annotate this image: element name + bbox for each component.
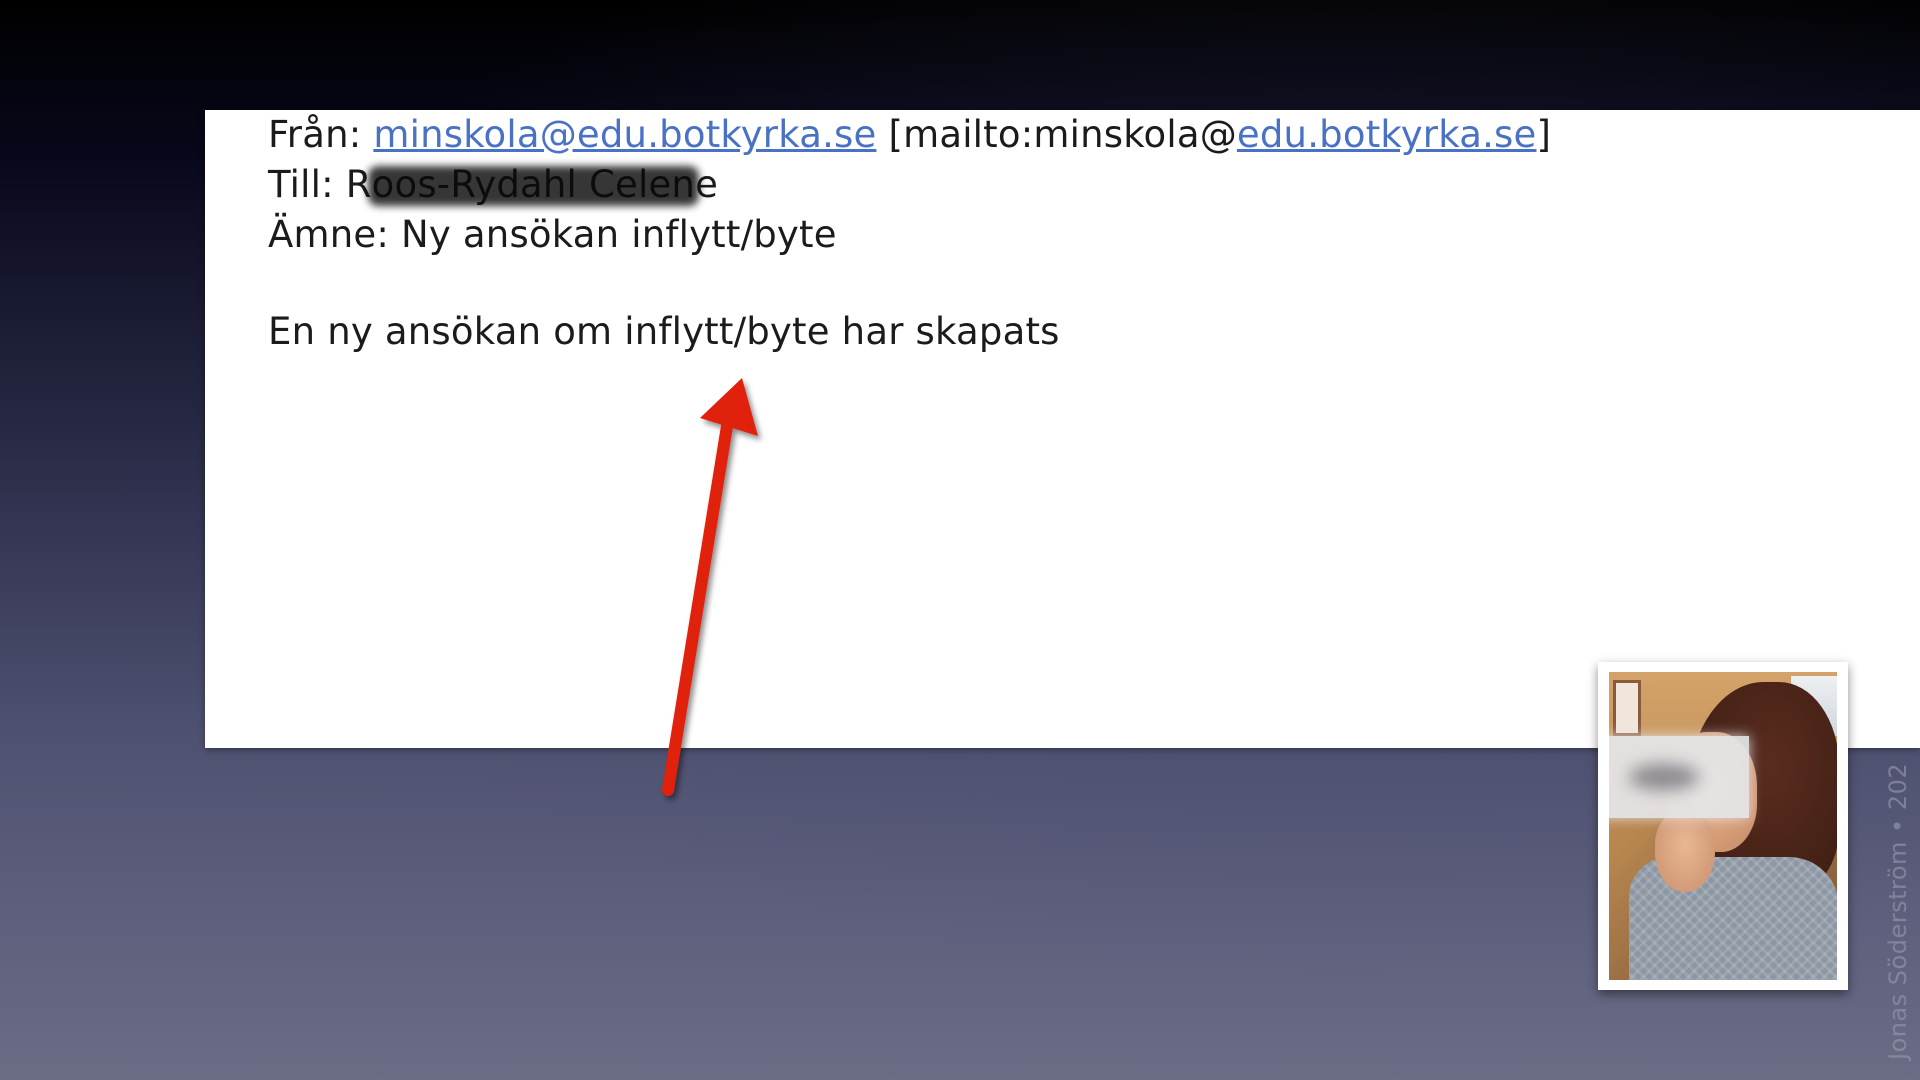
subject-text: Ny ansökan inflytt/byte (401, 213, 837, 256)
mailto-domain-link[interactable]: edu.botkyrka.se (1237, 113, 1537, 156)
email-header: Från: minskola@edu.botkyrka.se [mailto:m… (268, 110, 1551, 260)
subject-row: Ämne: Ny ansökan inflytt/byte (268, 210, 1551, 260)
to-label: Till: (268, 163, 346, 206)
from-row: Från: minskola@edu.botkyrka.se [mailto:m… (268, 110, 1551, 160)
photo-hand (1655, 812, 1715, 892)
person-photo-frame (1598, 662, 1848, 990)
from-email-link[interactable]: minskola@edu.botkyrka.se (373, 113, 876, 156)
mailto-prefix: [mailto:minskola@ (888, 113, 1237, 156)
to-row: Till: Roos-Rydahl Celene (268, 160, 1551, 210)
redacted-recipient-name: oos-Rydahl Celen (372, 160, 695, 210)
person-photo-icon (1609, 672, 1837, 980)
face-blur-redaction (1609, 736, 1749, 818)
email-body-text: En ny ansökan om inflytt/byte har skapat… (268, 310, 1060, 353)
from-label: Från: (268, 113, 374, 156)
mailto-suffix: ] (1536, 113, 1552, 156)
email-screenshot: Från: minskola@edu.botkyrka.se [mailto:m… (205, 110, 1920, 748)
author-watermark: Jonas Söderström • 202 (1884, 762, 1912, 1060)
subject-label: Ämne: (268, 213, 401, 256)
photo-wall-picture (1613, 680, 1641, 736)
